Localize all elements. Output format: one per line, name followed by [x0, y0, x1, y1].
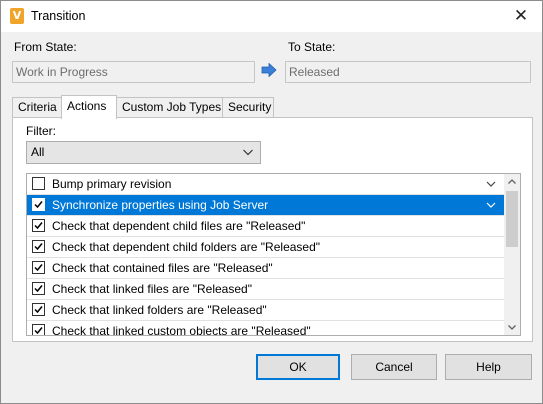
tab-security[interactable]: Security: [222, 97, 274, 118]
action-row[interactable]: Check that dependent child folders are "…: [27, 237, 505, 258]
action-label: Check that contained files are "Released…: [52, 261, 273, 275]
action-row[interactable]: Check that dependent child files are "Re…: [27, 216, 505, 237]
filter-label: Filter:: [26, 124, 56, 138]
help-button[interactable]: Help: [445, 354, 532, 380]
action-row[interactable]: Check that contained files are "Released…: [27, 258, 505, 279]
scroll-down-arrow-icon[interactable]: [504, 320, 520, 335]
action-row[interactable]: Check that linked custom objects are "Re…: [27, 321, 505, 336]
scroll-up-arrow-icon[interactable]: [504, 174, 520, 189]
action-checkbox[interactable]: [32, 240, 45, 253]
title-bar: V Transition ✕: [1, 1, 542, 32]
tab-actions[interactable]: Actions: [61, 95, 117, 119]
action-checkbox[interactable]: [32, 303, 45, 316]
action-row[interactable]: Synchronize properties using Job Server: [27, 195, 505, 216]
from-state-field: Work in Progress: [12, 61, 255, 83]
cancel-button[interactable]: Cancel: [351, 354, 437, 380]
action-checkbox[interactable]: [32, 177, 45, 190]
action-checkbox[interactable]: [32, 219, 45, 232]
action-label: Check that dependent child folders are "…: [52, 240, 321, 254]
vault-app-icon: V: [10, 8, 24, 24]
vertical-scrollbar[interactable]: [504, 174, 520, 335]
filter-selected-value: All: [31, 145, 45, 159]
actions-list[interactable]: Bump primary revision Synchronize propert…: [26, 173, 521, 336]
action-label: Check that linked files are "Released": [52, 282, 252, 296]
action-checkbox[interactable]: [32, 261, 45, 274]
tab-custom-job-types[interactable]: Custom Job Types: [116, 97, 223, 118]
action-label: Check that linked folders are "Released": [52, 303, 267, 317]
action-label: Bump primary revision: [52, 177, 172, 191]
action-checkbox[interactable]: [32, 282, 45, 295]
filter-dropdown[interactable]: All: [26, 141, 261, 164]
tab-criteria[interactable]: Criteria: [12, 97, 62, 118]
action-row[interactable]: Check that linked folders are "Released": [27, 300, 505, 321]
action-row[interactable]: Check that linked files are "Released": [27, 279, 505, 300]
action-label: Check that dependent child files are "Re…: [52, 219, 306, 233]
ok-button[interactable]: OK: [256, 354, 340, 380]
action-checkbox[interactable]: [32, 324, 45, 335]
action-checkbox[interactable]: [32, 198, 45, 211]
transition-dialog: V Transition ✕ From State: Work in Progr…: [0, 0, 543, 404]
window-title: Transition: [31, 9, 86, 23]
action-label: Synchronize properties using Job Server: [52, 198, 269, 212]
right-arrow-icon: [261, 63, 277, 77]
to-state-label: To State:: [288, 40, 336, 54]
action-row[interactable]: Bump primary revision: [27, 174, 505, 195]
chevron-down-icon: [242, 142, 254, 171]
from-state-label: From State:: [14, 40, 77, 54]
close-button[interactable]: ✕: [500, 1, 542, 32]
action-label: Check that linked custom objects are "Re…: [52, 324, 311, 336]
to-state-field: Released: [285, 61, 531, 83]
row-expand-chevron-icon[interactable]: [485, 198, 497, 215]
scrollbar-thumb[interactable]: [506, 191, 518, 247]
row-expand-chevron-icon[interactable]: [485, 177, 497, 194]
